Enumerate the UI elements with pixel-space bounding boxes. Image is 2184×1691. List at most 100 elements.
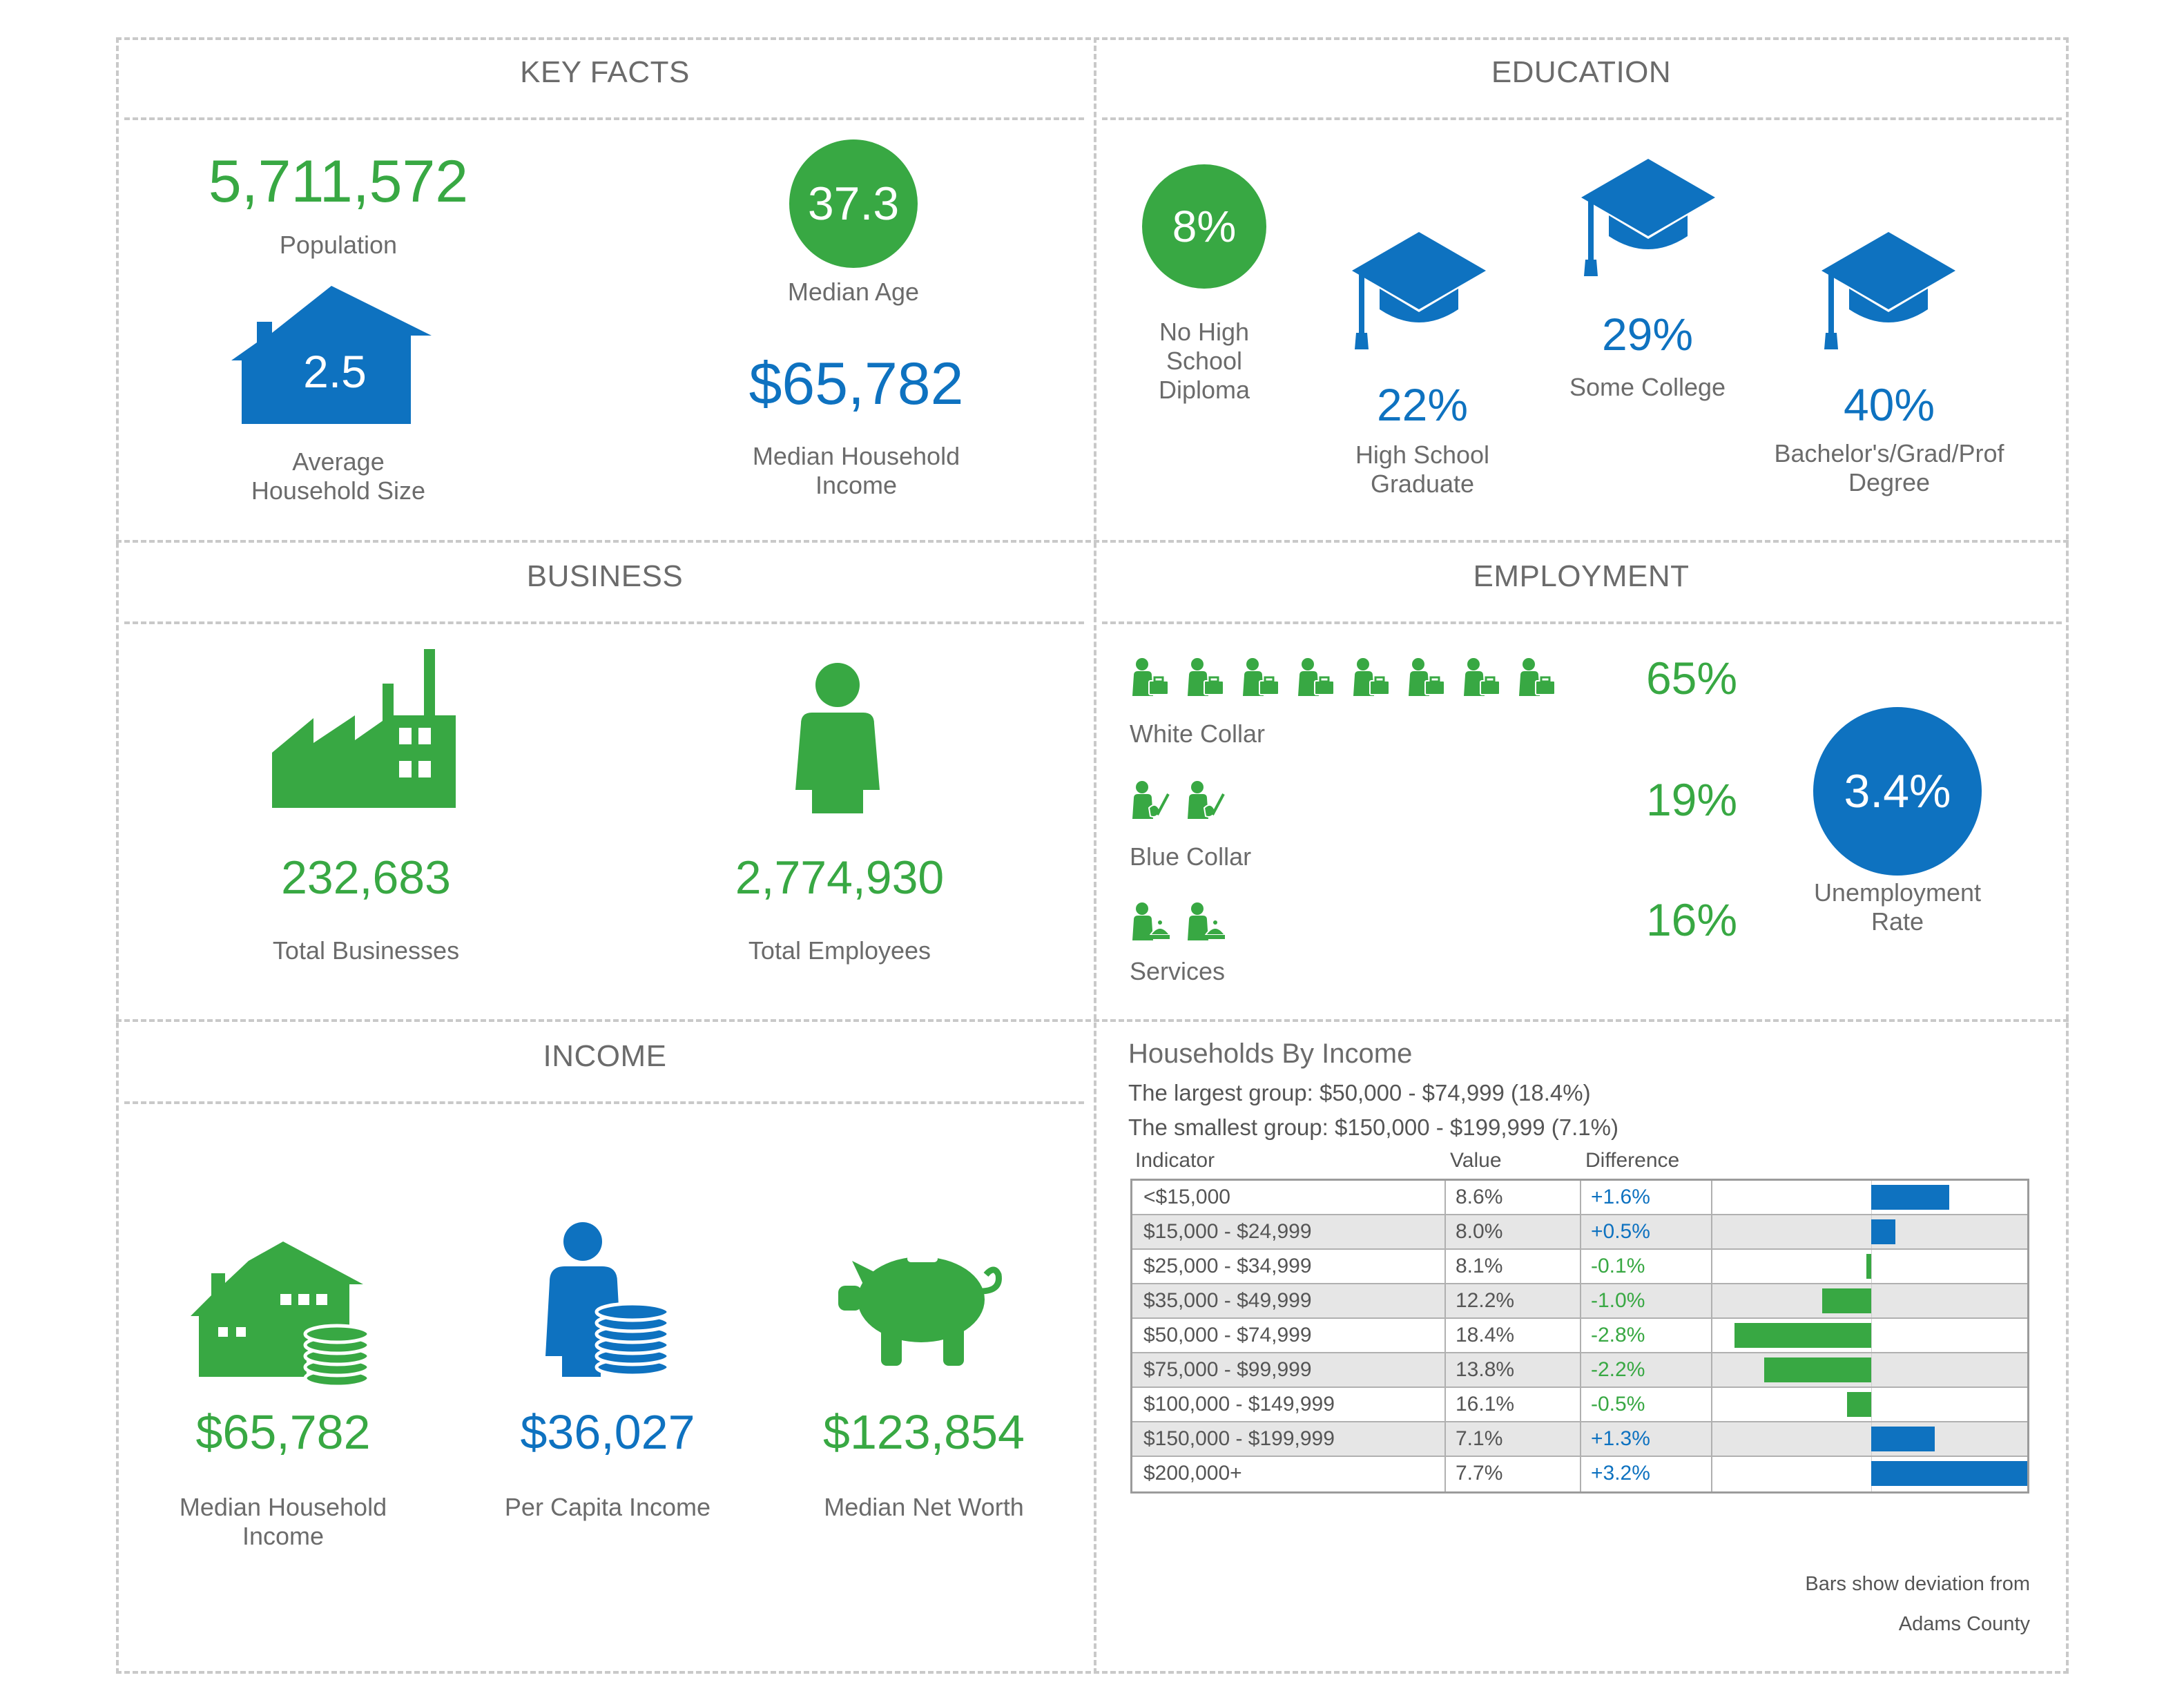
value-cell: 7.7%	[1456, 1462, 1503, 1485]
business-underline	[124, 621, 1084, 624]
table-row: $50,000 - $74,999 18.4% -2.8%	[1132, 1319, 2027, 1353]
center-divider	[1094, 37, 1096, 1674]
household-size-label-1: Average	[292, 447, 385, 476]
footnote-line-1: Bars show deviation from	[1805, 1573, 2030, 1595]
deviation-bar	[1734, 1323, 1871, 1348]
service-worker-icon	[1188, 902, 1225, 940]
table-row: $25,000 - $34,999 8.1% -0.1%	[1132, 1250, 2027, 1284]
white-collar-worker-icon	[1353, 658, 1390, 696]
white-collar-worker-icon	[1132, 658, 1169, 696]
column-separator	[1711, 1457, 1712, 1491]
business-title: BUSINESS	[526, 559, 684, 593]
houses-coins-icon	[191, 1241, 370, 1386]
population-label: Population	[279, 231, 398, 259]
row-divider-1	[116, 540, 2069, 543]
education-underline	[1102, 117, 2062, 120]
indicator-cell: $15,000 - $24,999	[1143, 1220, 1312, 1243]
difference-cell: -1.0%	[1591, 1289, 1645, 1312]
income-title: INCOME	[543, 1039, 667, 1073]
difference-cell: +1.6%	[1591, 1186, 1650, 1208]
factory-icon	[272, 649, 456, 808]
net-worth-label: Median Net Worth	[824, 1493, 1024, 1521]
no-hs-value: 8%	[1172, 202, 1237, 251]
graduation-cap-icon	[1581, 159, 1715, 276]
white-collar-worker-icon	[1188, 658, 1224, 696]
bachelor-label-2: Degree	[1848, 468, 1931, 496]
zero-line	[1871, 1388, 1872, 1421]
hbi-title: Households By Income	[1128, 1038, 1413, 1069]
white-collar-worker-icon	[1464, 658, 1500, 696]
table-row: $35,000 - $49,999 12.2% -1.0%	[1132, 1284, 2027, 1319]
piggy-bank-icon	[838, 1255, 1002, 1366]
zero-line	[1871, 1353, 1872, 1386]
header-difference: Difference	[1585, 1149, 1680, 1172]
difference-cell: +0.5%	[1591, 1220, 1650, 1243]
per-capita-value: $36,027	[520, 1405, 695, 1459]
difference-cell: -0.1%	[1591, 1255, 1645, 1277]
median-income-value: $65,782	[748, 351, 964, 417]
household-size-label-2: Household Size	[251, 476, 426, 505]
blue-collar-worker-icon	[1188, 781, 1225, 819]
income-underline	[124, 1101, 1084, 1104]
hs-label-1: High School	[1355, 441, 1490, 469]
difference-cell: -2.2%	[1591, 1358, 1645, 1381]
white-collar-worker-icon	[1519, 658, 1556, 696]
median-age-value: 37.3	[807, 177, 900, 230]
total-employees-value: 2,774,930	[735, 851, 945, 904]
value-cell: 16.1%	[1456, 1393, 1515, 1415]
service-worker-icon	[1132, 902, 1170, 940]
zero-line	[1871, 1319, 1872, 1352]
column-separator	[1711, 1215, 1712, 1248]
deviation-bar	[1763, 1357, 1871, 1382]
zero-line	[1871, 1284, 1872, 1317]
blue-collar-worker-icon	[1132, 781, 1170, 819]
value-cell: 12.2%	[1456, 1289, 1515, 1312]
white-collar-value: 65%	[1645, 653, 1738, 704]
white-collar-worker-icon	[1298, 658, 1335, 696]
median-income-label-2: Income	[815, 471, 898, 499]
unemployment-value: 3.4%	[1844, 765, 1951, 818]
indicator-cell: $35,000 - $49,999	[1143, 1289, 1312, 1312]
total-employees-label: Total Employees	[748, 936, 931, 965]
hs-value: 22%	[1376, 379, 1469, 430]
table-row: $200,000+ 7.7% +3.2%	[1132, 1457, 2027, 1491]
difference-cell: -0.5%	[1591, 1393, 1645, 1415]
column-separator	[1711, 1284, 1712, 1317]
median-income-label-1: Median Household	[752, 442, 960, 470]
employment-underline	[1102, 621, 2062, 624]
indicator-cell: $200,000+	[1143, 1462, 1242, 1485]
indicator-cell: $25,000 - $34,999	[1143, 1255, 1312, 1277]
no-hs-circle: 8%	[1142, 164, 1266, 289]
services-label: Services	[1130, 957, 1226, 985]
value-cell: 8.1%	[1456, 1255, 1503, 1277]
indicator-cell: $50,000 - $74,999	[1143, 1324, 1312, 1346]
deviation-bar	[1822, 1288, 1871, 1313]
per-capita-label: Per Capita Income	[504, 1493, 711, 1521]
unemployment-circle: 3.4%	[1813, 707, 1982, 876]
value-cell: 18.4%	[1456, 1324, 1515, 1346]
value-cell: 7.1%	[1456, 1427, 1503, 1450]
no-hs-label-3: Diploma	[1158, 376, 1250, 404]
key-facts-title: KEY FACTS	[520, 55, 690, 89]
header-indicator: Indicator	[1135, 1149, 1215, 1172]
column-separator	[1711, 1181, 1712, 1214]
no-hs-label-1: No High	[1159, 318, 1250, 346]
key-facts-underline	[124, 117, 1084, 120]
net-worth-value: $123,854	[823, 1405, 1025, 1459]
indicator-cell: <$15,000	[1143, 1186, 1230, 1208]
hs-label-2: Graduate	[1370, 470, 1475, 498]
zero-line	[1871, 1250, 1872, 1283]
bachelor-label-1: Bachelor's/Grad/Prof	[1774, 439, 2004, 467]
value-cell: 13.8%	[1456, 1358, 1515, 1381]
column-separator	[1711, 1250, 1712, 1283]
deviation-bar	[1871, 1427, 1935, 1451]
indicator-cell: $100,000 - $149,999	[1143, 1393, 1335, 1415]
deviation-bar	[1871, 1219, 1896, 1244]
deviation-bar	[1871, 1461, 2027, 1486]
unemployment-label-1: Unemployment	[1813, 878, 1982, 907]
indicator-cell: $75,000 - $99,999	[1143, 1358, 1312, 1381]
services-icons	[1132, 902, 1270, 943]
employment-title: EMPLOYMENT	[1473, 559, 1690, 593]
indicator-cell: $150,000 - $199,999	[1143, 1427, 1335, 1450]
difference-cell: +3.2%	[1591, 1462, 1650, 1485]
